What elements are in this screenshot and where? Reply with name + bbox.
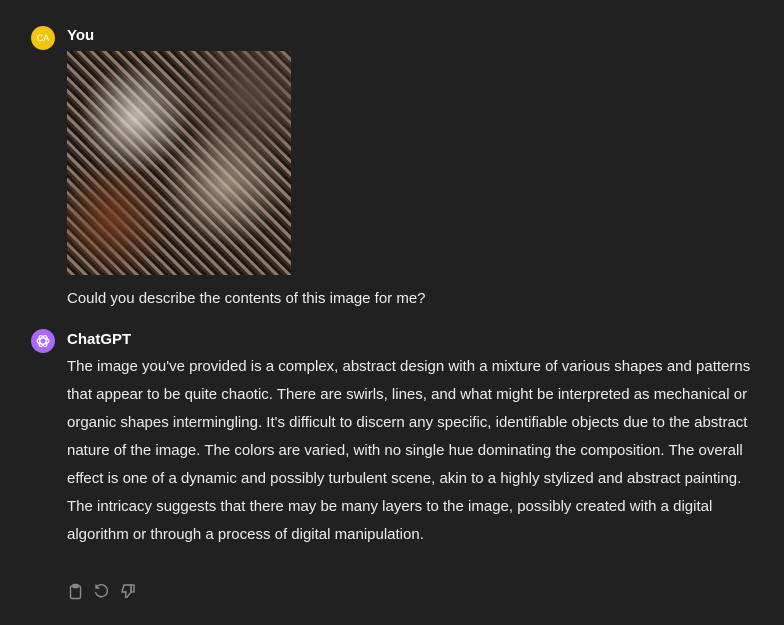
assistant-response: The image you've provided is a complex, … bbox=[67, 358, 751, 543]
chatgpt-avatar bbox=[31, 329, 55, 353]
openai-logo-icon bbox=[36, 334, 50, 348]
uploaded-image[interactable] bbox=[67, 51, 291, 275]
regenerate-icon[interactable] bbox=[93, 583, 110, 600]
user-prompt: Could you describe the contents of this … bbox=[67, 290, 426, 307]
user-avatar: CA bbox=[31, 26, 55, 50]
thumbs-down-icon[interactable] bbox=[119, 583, 136, 600]
message-actions bbox=[67, 583, 136, 600]
clipboard-icon[interactable] bbox=[67, 583, 84, 600]
assistant-name: ChatGPT bbox=[67, 331, 132, 348]
user-name: You bbox=[67, 27, 95, 44]
